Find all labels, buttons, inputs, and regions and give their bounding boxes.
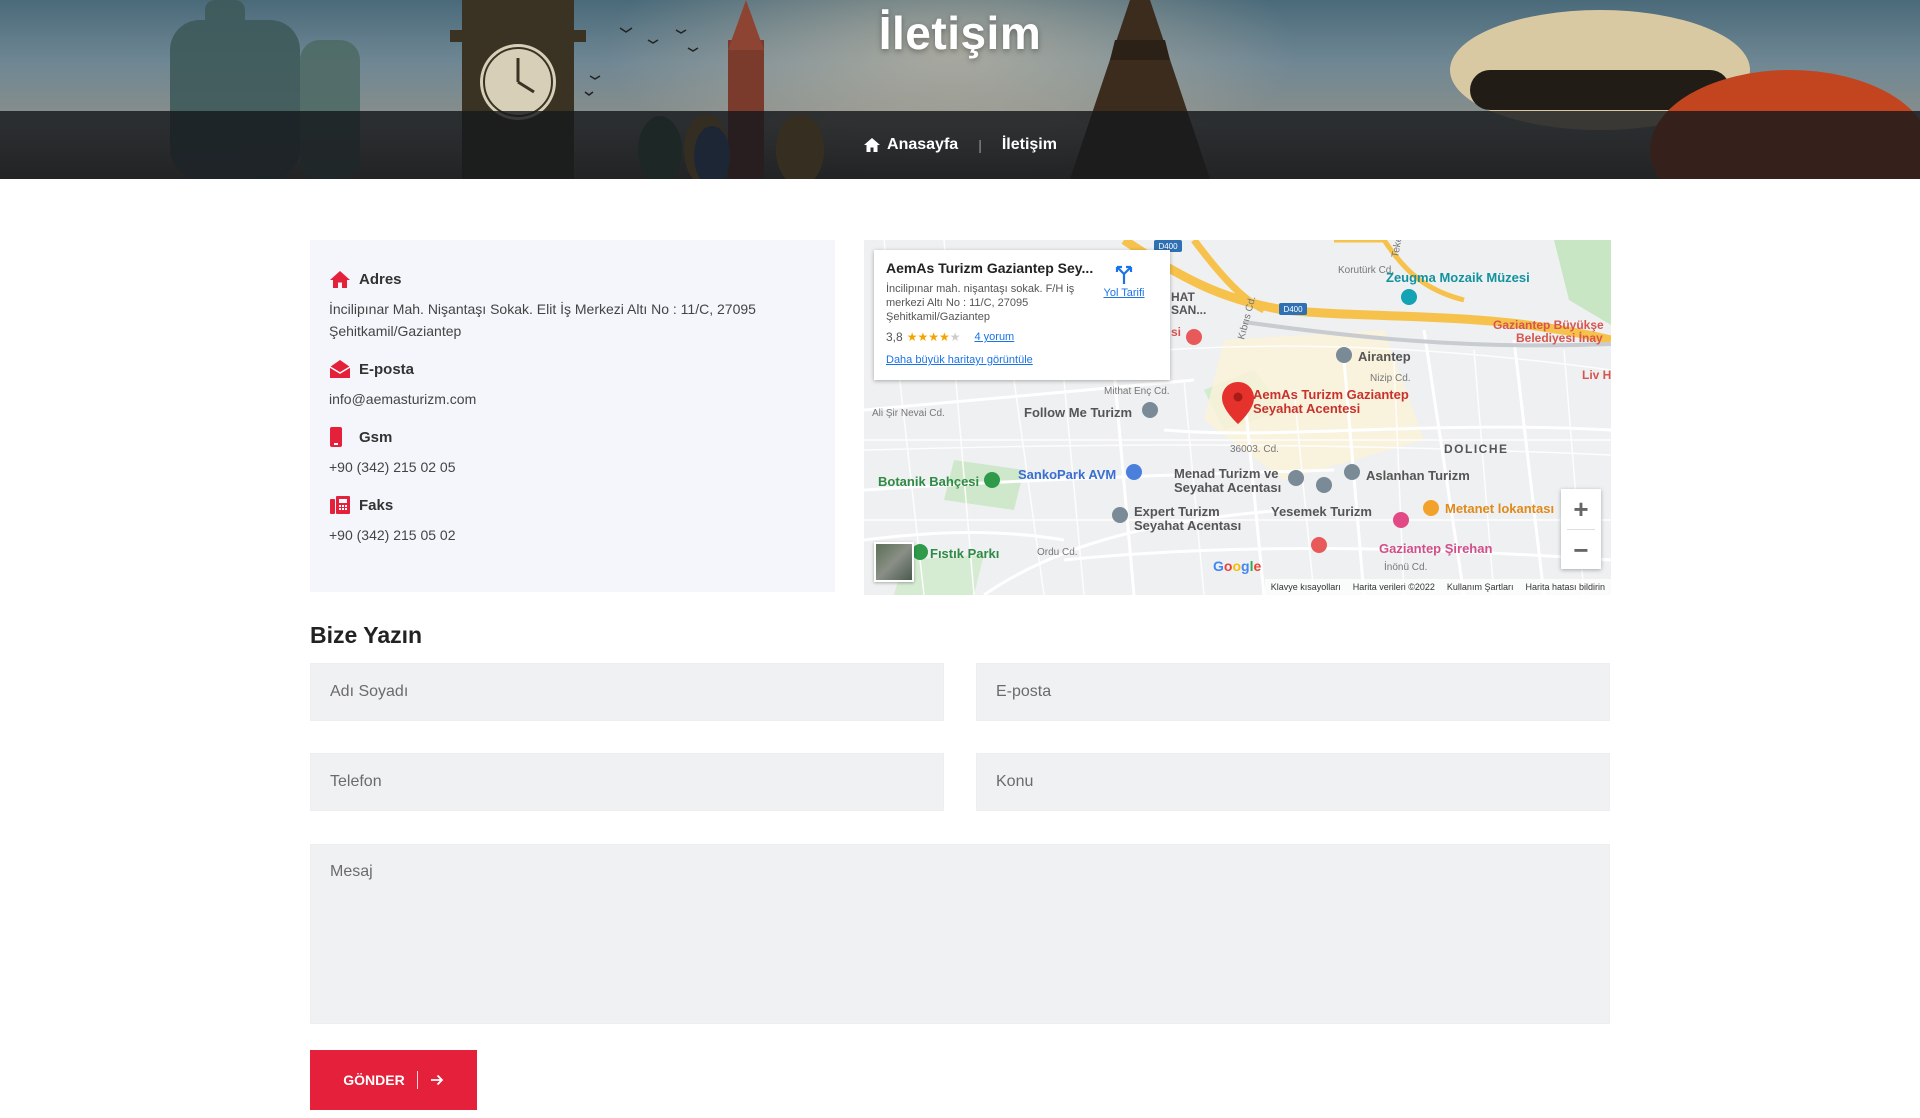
map-larger-link[interactable]: Daha büyük haritayı görüntüle (886, 354, 1158, 366)
map-label-expert1: Expert Turizm (1134, 504, 1220, 519)
mobile-phone-icon (330, 427, 342, 447)
gsm-label: Gsm (359, 428, 393, 446)
send-button-label: GÖNDER (343, 1072, 405, 1088)
phone-input[interactable] (310, 753, 944, 811)
email-value[interactable]: info@aemasturizm.com (329, 388, 816, 410)
map-label-hat1: HAT (1171, 290, 1195, 304)
envelope-icon (329, 360, 351, 378)
star-rating-icon: ★★★★★ (906, 330, 961, 344)
email-block: E-posta info@aemasturizm.com (329, 356, 816, 410)
map-label-zeugma: Zeugma Mozaik Müzesi (1386, 270, 1530, 285)
breadcrumb-current: İletişim (1001, 136, 1057, 153)
map-label-metanet: Metanet lokantası (1445, 501, 1554, 516)
breadcrumb-home-label: Anasayfa (887, 136, 959, 153)
gsm-value[interactable]: +90 (342) 215 02 05 (329, 456, 816, 478)
home-icon (330, 270, 350, 288)
map-zoom-controls: + − (1561, 489, 1601, 569)
map-place-rating: 3,8 ★★★★★ 4 yorum (886, 330, 1158, 344)
message-textarea[interactable] (310, 844, 1610, 1024)
gsm-block: Gsm +90 (342) 215 02 05 (329, 424, 816, 478)
send-button[interactable]: GÖNDER (310, 1050, 477, 1110)
map-label-mithat: Mithat Enç Cd. (1104, 386, 1170, 397)
map-attribution-bar: Klavye kısayolları Harita verileri ©2022… (1264, 579, 1611, 595)
map-label-botanik: Botanik Bahçesi (878, 474, 979, 489)
map-label-menad1: Menad Turizm ve (1174, 466, 1279, 481)
map-label-sirehan: Gaziantep Şirehan (1379, 541, 1492, 556)
name-input[interactable] (310, 663, 944, 721)
map-label-airantep: Airantep (1358, 349, 1411, 364)
map-place-title: AemAs Turizm Gaziantep Sey... (886, 260, 1094, 276)
map-label-doliche: DOLICHE (1444, 442, 1509, 456)
map-label-ali: Ali Şir Nevai Cd. (872, 408, 945, 419)
page-hero-banner: İletişim Anasayfa | İletişim (0, 0, 1920, 179)
map-label-belediye1: Gaziantep Büyükşe (1493, 318, 1604, 332)
home-icon (864, 138, 881, 152)
map-keyboard-shortcuts-link[interactable]: Klavye kısayolları (1271, 582, 1341, 592)
breadcrumb-home-link[interactable]: Anasayfa (863, 136, 958, 154)
map-rating-value: 3,8 (886, 330, 903, 344)
map-label-aemas2[interactable]: Seyahat Acentesi (1253, 401, 1360, 416)
satellite-view-toggle[interactable] (874, 542, 914, 582)
map-report-error-link[interactable]: Harita hatası bildirin (1525, 582, 1605, 592)
breadcrumb-separator: | (978, 137, 982, 153)
contact-form-title: Bize Yazın (310, 622, 423, 648)
subject-input[interactable] (976, 753, 1610, 811)
map-label-36003: 36003. Cd. (1230, 444, 1279, 455)
map-label-fistik: Fıstık Parkı (930, 546, 999, 561)
map-label-aemas1[interactable]: AemAs Turizm Gaziantep (1253, 387, 1409, 402)
zoom-out-button[interactable]: − (1561, 530, 1601, 570)
map-label-sanko: SankoPark AVM (1018, 467, 1116, 482)
map-label-follow: Follow Me Turizm (1024, 405, 1132, 420)
send-button-divider (416, 1071, 418, 1089)
map-directions-label: Yol Tarifi (1103, 287, 1145, 299)
map-label-menad2: Seyahat Acentası (1174, 480, 1281, 495)
address-block: Adres İncilipınar Mah. Nişantaşı Sokak. … (329, 266, 816, 342)
email-label: E-posta (359, 360, 415, 378)
map-directions-button[interactable]: Yol Tarifi (1094, 264, 1154, 299)
map-terms-link[interactable]: Kullanım Şartları (1447, 582, 1514, 592)
arrow-right-icon (430, 1074, 443, 1086)
map-label-inonu: İnönü Cd. (1384, 560, 1427, 573)
map-reviews-link[interactable]: 4 yorum (974, 331, 1014, 343)
directions-icon (1115, 265, 1133, 284)
map-label-si: si (1171, 325, 1181, 339)
map-label-yesemek: Yesemek Turizm (1271, 504, 1372, 519)
contact-info-card: Adres İncilipınar Mah. Nişantaşı Sokak. … (310, 240, 835, 592)
fax-label: Faks (359, 496, 394, 514)
map-place-address: İncilipınar mah. nişantaşı sokak. F/H iş… (886, 283, 1075, 323)
map-label-belediye2: Belediyesi İnay (1516, 330, 1603, 345)
google-logo: Google (1213, 558, 1262, 574)
page-title: İletişim (878, 7, 1042, 59)
fax-icon (330, 496, 350, 514)
google-map-embed[interactable]: D400 D400 Korutürk Cd. Nizip Cd. Mithat … (864, 240, 1611, 595)
breadcrumb: Anasayfa | İletişim (0, 111, 1920, 179)
fax-value: +90 (342) 215 05 02 (329, 527, 456, 543)
map-road-shield-d400-2: D400 (1283, 305, 1303, 314)
map-label-hat2: SAN... (1171, 303, 1206, 317)
fax-block: Faks +90 (342) 215 05 02 (329, 492, 816, 546)
map-label-expert2: Seyahat Acentası (1134, 518, 1241, 533)
map-label-nizip: Nizip Cd. (1370, 373, 1411, 384)
zoom-in-button[interactable]: + (1561, 489, 1601, 529)
map-place-card: AemAs Turizm Gaziantep Sey... İncilipına… (874, 250, 1170, 380)
map-label-aslanhan: Aslanhan Turizm (1366, 468, 1470, 483)
email-input[interactable] (976, 663, 1610, 721)
map-label-livh: Liv H (1582, 368, 1611, 382)
map-label-ordu: Ordu Cd. (1037, 547, 1078, 558)
address-value: İncilipınar Mah. Nişantaşı Sokak. Elit İ… (329, 301, 756, 339)
map-data-attribution: Harita verileri ©2022 (1352, 582, 1435, 592)
address-label: Adres (359, 270, 402, 288)
